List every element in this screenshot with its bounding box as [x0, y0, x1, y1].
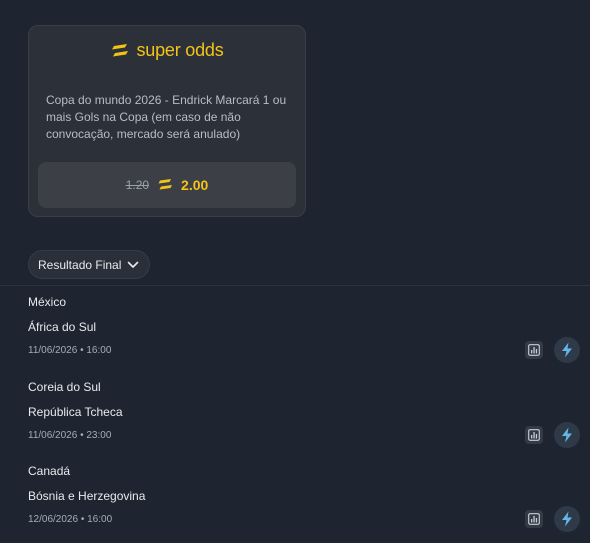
match-datetime: 11/06/2026 • 23:00 [28, 430, 111, 441]
away-team: República Tcheca [28, 405, 123, 419]
separator-dot: • [78, 514, 88, 525]
stats-button[interactable] [525, 510, 543, 528]
match-time: 23:00 [86, 430, 112, 441]
super-odds-icon [112, 43, 129, 56]
super-odds-brand: super odds [136, 40, 224, 60]
bar-chart-icon [528, 344, 540, 356]
super-odds-icon [158, 179, 173, 190]
quick-bet-button[interactable] [554, 506, 580, 532]
promo-description: Copa do mundo 2026 - Endrick Marcará 1 o… [46, 93, 287, 141]
bar-chart-icon [528, 429, 540, 441]
match-time: 16:00 [87, 514, 113, 525]
match-datetime: 12/06/2026 • 16:00 [28, 514, 112, 525]
market-filter-dropdown[interactable]: Resultado Final [28, 250, 150, 279]
match-date: 11/06/2026 [28, 345, 78, 356]
super-odds-logo: super odds [29, 40, 305, 61]
bar-chart-icon [528, 513, 540, 525]
match-time: 16:00 [86, 345, 112, 356]
lightning-bolt-icon [562, 427, 572, 443]
match-row[interactable]: Coreia do Sul República Tcheca 11/06/2026 … [0, 371, 590, 451]
old-odds: 1.20 [125, 178, 150, 192]
quick-bet-button[interactable] [554, 337, 580, 363]
match-datetime: 11/06/2026 • 16:00 [28, 345, 111, 356]
boosted-odds: 2.00 [181, 177, 209, 193]
quick-bet-button[interactable] [554, 422, 580, 448]
lightning-bolt-icon [562, 342, 572, 358]
home-team: Coreia do Sul [28, 380, 101, 394]
match-date: 12/06/2026 [28, 514, 79, 525]
lightning-bolt-icon [562, 511, 572, 527]
match-row[interactable]: México África do Sul 11/06/2026 • 16:00 [0, 286, 590, 366]
home-team: México [28, 295, 67, 309]
odds-button[interactable]: 1.20 2.00 [38, 162, 296, 208]
away-team: Bósnia e Herzegovina [28, 489, 146, 503]
filter-label: Resultado Final [38, 257, 122, 272]
match-row[interactable]: Canadá Bósnia e Herzegovina 12/06/2026 • 1… [0, 455, 590, 535]
chevron-down-icon [128, 261, 139, 268]
match-date: 11/06/2026 [28, 430, 78, 441]
stats-button[interactable] [525, 341, 543, 359]
stats-button[interactable] [525, 426, 543, 444]
away-team: África do Sul [28, 320, 97, 334]
home-team: Canadá [28, 464, 71, 478]
super-odds-card: super odds Copa do mundo 2026 - Endrick … [28, 25, 306, 217]
